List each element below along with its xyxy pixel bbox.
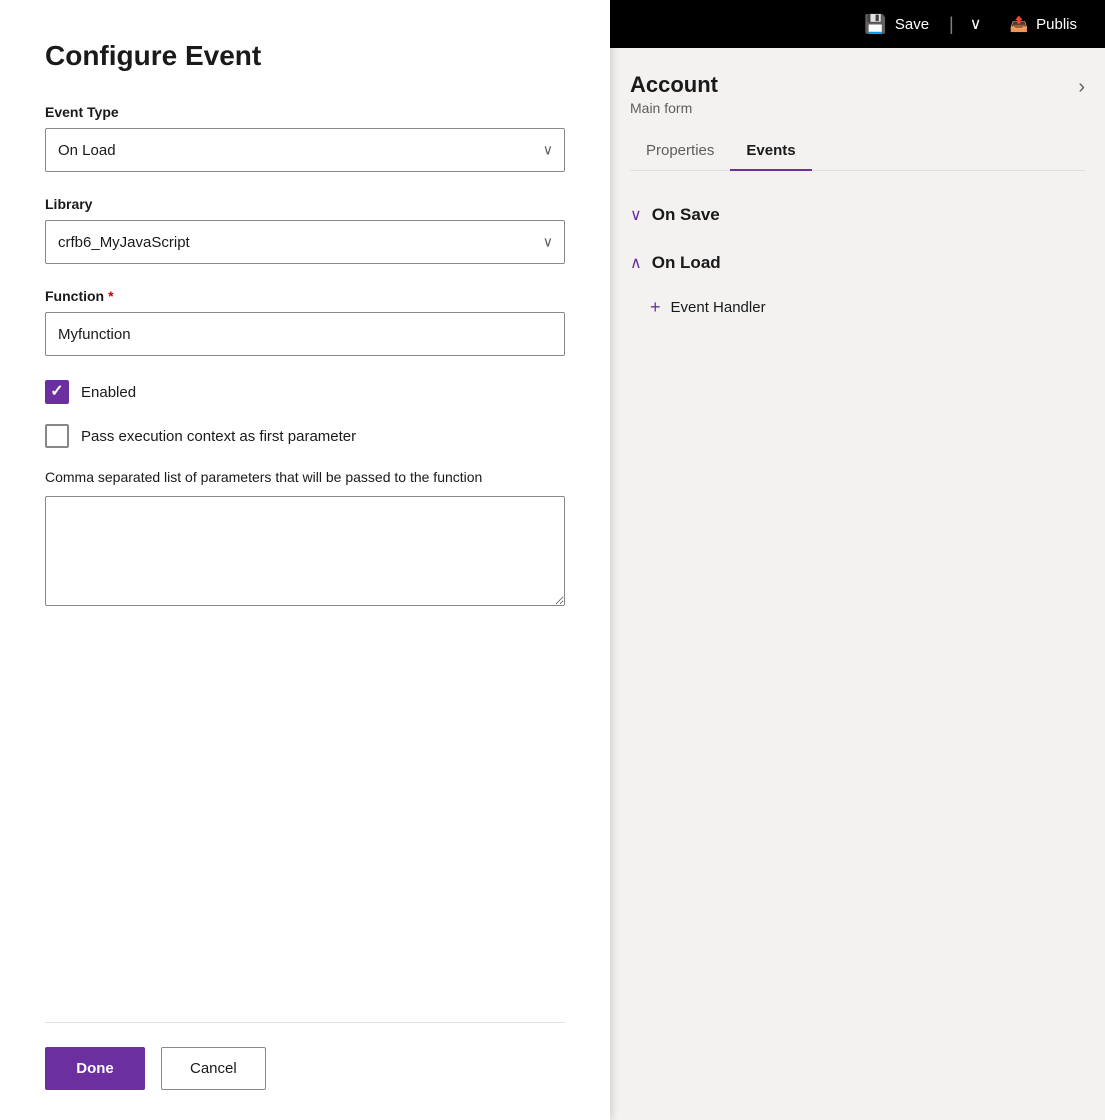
publish-button[interactable]: 📤 Publis xyxy=(997,9,1089,39)
account-chevron-right-icon[interactable]: › xyxy=(1078,76,1085,99)
library-label: Library xyxy=(45,196,565,212)
publish-icon: 📤 xyxy=(1009,15,1028,33)
function-field: Function * xyxy=(45,288,565,356)
dialog-footer: Done Cancel xyxy=(45,1022,565,1090)
tab-events[interactable]: Events xyxy=(730,132,811,171)
account-title: Account xyxy=(630,72,718,98)
on-load-title: On Load xyxy=(652,253,721,273)
event-type-field: Event Type On Load On Save On Change ∨ xyxy=(45,104,565,172)
right-content: Account Main form › Properties Events ∨ … xyxy=(610,48,1105,1120)
function-input[interactable] xyxy=(45,312,565,356)
on-save-section[interactable]: ∨ On Save xyxy=(630,191,1085,239)
account-header: Account Main form › xyxy=(630,72,1085,116)
cancel-button[interactable]: Cancel xyxy=(161,1047,266,1090)
on-save-title: On Save xyxy=(652,205,720,225)
required-star: * xyxy=(108,288,113,304)
done-button[interactable]: Done xyxy=(45,1047,145,1090)
enabled-row: ✓ Enabled xyxy=(45,380,565,404)
save-dropdown-button[interactable]: ∨ xyxy=(962,8,990,40)
pass-context-checkbox[interactable] xyxy=(45,424,69,448)
function-label: Function * xyxy=(45,288,565,304)
tabs-container: Properties Events xyxy=(630,132,1085,171)
on-save-chevron-icon: ∨ xyxy=(630,205,642,225)
tab-properties[interactable]: Properties xyxy=(630,132,730,171)
pass-context-label: Pass execution context as first paramete… xyxy=(81,428,356,445)
event-handler-label: Event Handler xyxy=(671,299,766,316)
on-load-chevron-icon: ∧ xyxy=(630,253,642,273)
save-button[interactable]: 💾 Save xyxy=(852,8,941,41)
library-select-wrapper: crfb6_MyJavaScript ∨ xyxy=(45,220,565,264)
event-type-select[interactable]: On Load On Save On Change xyxy=(45,128,565,172)
pass-context-row: Pass execution context as first paramete… xyxy=(45,424,565,448)
enabled-checkbox[interactable]: ✓ xyxy=(45,380,69,404)
on-load-section[interactable]: ∧ On Load xyxy=(630,239,1085,287)
toolbar-divider: | xyxy=(949,14,954,35)
event-type-label: Event Type xyxy=(45,104,565,120)
library-select[interactable]: crfb6_MyJavaScript xyxy=(45,220,565,264)
params-textarea[interactable] xyxy=(45,496,565,606)
right-panel: 💾 Save | ∨ 📤 Publis Account Main form › … xyxy=(610,0,1105,1120)
library-field: Library crfb6_MyJavaScript ∨ xyxy=(45,196,565,264)
configure-event-dialog: Configure Event Event Type On Load On Sa… xyxy=(0,0,610,1120)
account-info: Account Main form xyxy=(630,72,718,116)
event-handler-row[interactable]: + Event Handler xyxy=(630,287,1085,328)
enabled-label: Enabled xyxy=(81,384,136,401)
save-icon: 💾 xyxy=(864,14,886,35)
params-label: Comma separated list of parameters that … xyxy=(45,468,565,488)
dialog-title: Configure Event xyxy=(45,40,565,72)
event-type-select-wrapper: On Load On Save On Change ∨ xyxy=(45,128,565,172)
params-field: Comma separated list of parameters that … xyxy=(45,468,565,611)
checkmark-icon: ✓ xyxy=(50,384,63,400)
account-subtitle: Main form xyxy=(630,100,718,116)
top-bar: 💾 Save | ∨ 📤 Publis xyxy=(610,0,1105,48)
add-event-handler-icon: + xyxy=(650,297,661,318)
